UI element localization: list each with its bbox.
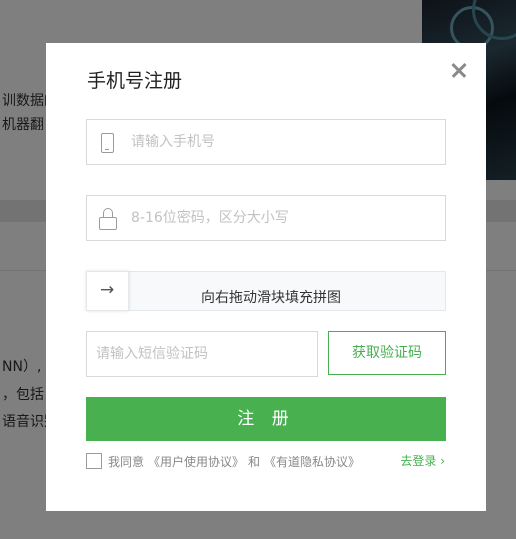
password-field xyxy=(86,195,446,241)
slider-captcha: 向右拖动滑块填充拼图 → xyxy=(86,271,446,311)
get-code-button[interactable]: 获取验证码 xyxy=(328,331,446,375)
user-agreement-link[interactable]: 《用户使用协议》 xyxy=(148,453,244,470)
agree-checkbox[interactable] xyxy=(86,453,102,469)
password-input[interactable] xyxy=(131,196,431,240)
phone-input[interactable] xyxy=(131,120,431,164)
agreement-row: 我同意 《用户使用协议》 和 《有道隐私协议》 xyxy=(86,453,360,469)
slider-handle[interactable]: → xyxy=(86,271,129,311)
sms-code-field xyxy=(86,331,318,377)
agree-and: 和 xyxy=(248,454,261,469)
agree-prefix: 我同意 xyxy=(108,454,145,469)
lock-icon xyxy=(99,208,117,230)
phone-field xyxy=(86,119,446,165)
login-link[interactable]: 去登录 › xyxy=(400,452,445,469)
arrow-right-icon: → xyxy=(100,280,115,300)
phone-icon xyxy=(101,133,114,153)
modal-title: 手机号注册 xyxy=(87,70,183,92)
register-button[interactable]: 注 册 xyxy=(86,397,446,441)
sms-code-input[interactable] xyxy=(96,332,311,376)
slider-hint: 向右拖动滑块填充拼图 xyxy=(201,290,341,306)
privacy-agreement-link[interactable]: 《有道隐私协议》 xyxy=(264,453,360,470)
close-icon[interactable] xyxy=(449,60,469,80)
register-modal: 手机号注册 向右拖动滑块填充拼图 → 获取验证码 注 册 我同意 《用户使用协议… xyxy=(46,43,486,511)
